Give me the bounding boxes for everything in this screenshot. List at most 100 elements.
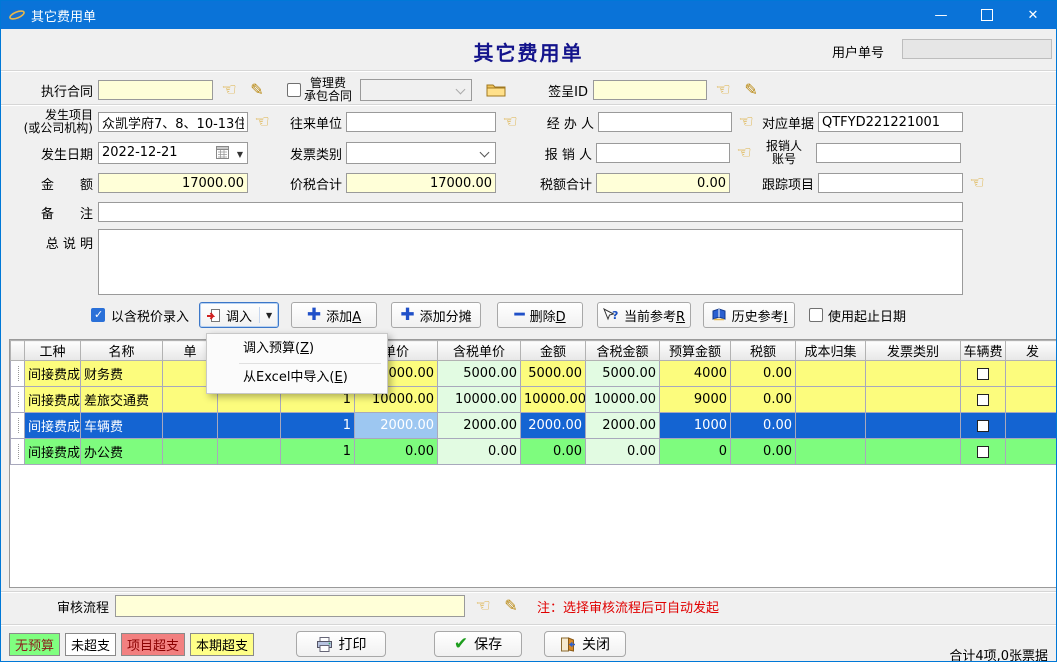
current-ref-button[interactable]: ? 当前参考R xyxy=(597,302,691,328)
calendar-icon[interactable] xyxy=(216,146,229,163)
folder-icon[interactable] xyxy=(486,82,506,98)
select-hand-icon[interactable]: ☜ xyxy=(500,114,520,131)
form-row-amounts: 金 额 价税合计 税额合计 跟踪项目 ☜ xyxy=(1,173,1057,193)
amount-label: 金 额 xyxy=(21,174,93,193)
save-button[interactable]: ✔ 保存 xyxy=(434,631,522,657)
table-row[interactable]: 间接费成本 财务费 1 5000.00 5000.00 5000.00 5000… xyxy=(11,361,1057,387)
doc-ref-input[interactable] xyxy=(818,112,963,132)
exec-contract-input[interactable] xyxy=(98,80,213,100)
sign-id-label: 签呈ID xyxy=(538,81,588,100)
invoice-type-combo[interactable] xyxy=(346,142,496,164)
track-project-label: 跟踪项目 xyxy=(758,174,814,193)
door-exit-icon xyxy=(560,637,576,652)
workflow-note: 注：选择审核流程后可自动发起 xyxy=(537,597,719,616)
select-hand-icon[interactable]: ☜ xyxy=(736,114,756,131)
close-form-button[interactable]: 关闭 xyxy=(544,631,626,657)
date-range-checkbox[interactable] xyxy=(809,308,823,322)
select-hand-icon[interactable]: ☜ xyxy=(713,82,733,99)
workflow-input[interactable] xyxy=(115,595,465,617)
clear-pencil-icon[interactable]: ✎ xyxy=(247,82,267,98)
partner-input[interactable] xyxy=(346,112,496,132)
tax-total-input[interactable] xyxy=(596,173,730,193)
row-indicator[interactable] xyxy=(11,439,25,465)
col-header[interactable]: 发票类别 xyxy=(866,341,961,361)
form-row-contract: 执行合同 ☜ ✎ 管理费承包合同 签呈ID ☜ ✎ xyxy=(1,77,1057,103)
select-hand-icon[interactable]: ☜ xyxy=(473,598,493,615)
check-icon: ✔ xyxy=(454,634,468,654)
vehicle-fee-checkbox[interactable] xyxy=(977,368,989,380)
focused-cell: 2000.00 xyxy=(355,413,438,439)
invoice-type-label: 发票类别 xyxy=(286,144,342,163)
col-header[interactable]: 税额 xyxy=(731,341,796,361)
sign-id-input[interactable] xyxy=(593,80,707,100)
mgmt-fee-checkbox[interactable] xyxy=(287,83,301,97)
col-header[interactable]: 车辆费 xyxy=(961,341,1006,361)
history-ref-button[interactable]: 历史参考I xyxy=(703,302,795,328)
table-row-selected[interactable]: 间接费成本 车辆费 1 2000.00 2000.00 2000.00 2000… xyxy=(11,413,1057,439)
row-indicator[interactable] xyxy=(11,387,25,413)
project-label: 发生项目(或公司机构) xyxy=(21,109,93,135)
col-header[interactable]: 成本归集 xyxy=(796,341,866,361)
row-indicator[interactable] xyxy=(11,361,25,387)
table-row[interactable]: 间接费成本 差旅交通费 1 10000.00 10000.00 10000.00… xyxy=(11,387,1057,413)
grid-corner[interactable] xyxy=(11,341,25,361)
col-header[interactable]: 名称 xyxy=(81,341,163,361)
contract-combo[interactable] xyxy=(360,79,472,101)
project-input[interactable] xyxy=(98,112,248,132)
mgmt-fee-label: 管理费承包合同 xyxy=(304,77,352,103)
col-header[interactable]: 含税单价 xyxy=(438,341,521,361)
col-header[interactable]: 工种 xyxy=(25,341,81,361)
page-title: 其它费用单 xyxy=(1,37,1056,66)
date-label: 发生日期 xyxy=(21,144,93,163)
remark-input[interactable] xyxy=(98,202,963,222)
select-hand-icon[interactable]: ☜ xyxy=(734,145,754,162)
menu-item-import-budget[interactable]: 调入预算(Z) xyxy=(207,337,387,361)
reimburser-input[interactable] xyxy=(596,143,730,163)
workflow-label: 审核流程 xyxy=(57,597,109,616)
totals-summary: 合计4项,0张票据 xyxy=(949,645,1048,662)
amount-input[interactable] xyxy=(98,173,248,193)
agent-label: 经 办 人 xyxy=(542,113,594,132)
clear-pencil-icon[interactable]: ✎ xyxy=(741,82,761,98)
minus-icon: ━ xyxy=(514,309,524,322)
add-button[interactable]: ✚ 添加A xyxy=(291,302,377,328)
select-hand-icon[interactable]: ☜ xyxy=(252,114,272,131)
vehicle-fee-checkbox[interactable] xyxy=(977,420,989,432)
col-header[interactable]: 预算金额 xyxy=(660,341,731,361)
budget-legend: 无预算 未超支 项目超支 本期超支 xyxy=(9,633,254,656)
exec-contract-label: 执行合同 xyxy=(29,81,93,100)
menu-item-import-excel[interactable]: 从Excel中导入(E) xyxy=(207,366,387,390)
summary-textarea[interactable] xyxy=(98,229,963,295)
price-tax-total-input[interactable] xyxy=(346,173,496,193)
import-button[interactable]: 调入 ▼ xyxy=(199,302,279,328)
grid-toolbar: 以含税价录入 调入 ▼ ✚ 添加A ✚ 添加分摊 ━ 删除D ? 当前参考R xyxy=(91,302,906,328)
tax-entry-checkbox[interactable] xyxy=(91,308,105,322)
agent-input[interactable] xyxy=(598,112,732,132)
vehicle-fee-checkbox[interactable] xyxy=(977,394,989,406)
vehicle-fee-checkbox[interactable] xyxy=(977,446,989,458)
print-button[interactable]: 打印 xyxy=(296,631,386,657)
select-hand-icon[interactable]: ☜ xyxy=(967,175,987,192)
table-row[interactable]: 间接费成本 办公费 1 0.00 0.00 0.00 0.00 0 0.00 xyxy=(11,439,1057,465)
window-title: 其它费用单 xyxy=(31,6,96,25)
plus-icon: ✚ xyxy=(400,308,414,323)
chevron-down-icon[interactable]: ▼ xyxy=(237,150,243,159)
add-split-button[interactable]: ✚ 添加分摊 xyxy=(391,302,481,328)
divider xyxy=(1,104,1057,106)
minimize-icon[interactable]: — xyxy=(918,1,964,29)
close-icon[interactable]: ✕ xyxy=(1010,1,1056,29)
track-project-input[interactable] xyxy=(818,173,963,193)
col-header[interactable]: 发 xyxy=(1006,341,1057,361)
select-hand-icon[interactable]: ☜ xyxy=(219,82,239,99)
legend-project-over: 项目超支 xyxy=(121,633,185,656)
row-indicator[interactable] xyxy=(11,413,25,439)
maximize-icon[interactable] xyxy=(964,1,1010,29)
col-header[interactable]: 金额 xyxy=(521,341,586,361)
clear-pencil-icon[interactable]: ✎ xyxy=(501,598,521,614)
delete-button[interactable]: ━ 删除D xyxy=(497,302,583,328)
account-input[interactable] xyxy=(816,143,961,163)
printer-icon xyxy=(316,637,333,652)
reimburser-label: 报 销 人 xyxy=(540,144,592,163)
date-input[interactable]: 2022-12-21 ▼ xyxy=(98,142,248,164)
col-header[interactable]: 含税金额 xyxy=(586,341,660,361)
